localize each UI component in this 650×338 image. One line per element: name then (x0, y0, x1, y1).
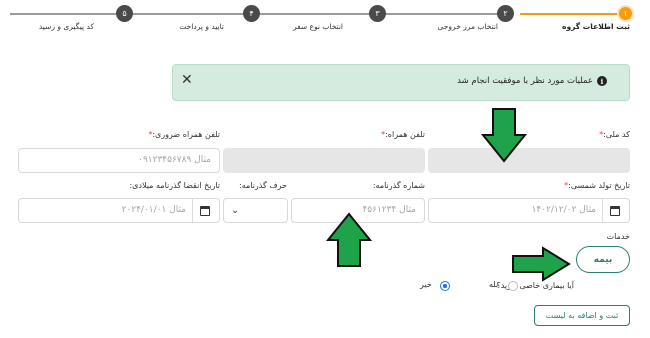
step-connector-active (520, 13, 624, 15)
companion-phone-input[interactable] (223, 148, 425, 173)
emergency-phone-placeholder: مثال ۰۹۱۲۳۴۵۶۷۸۹ (138, 155, 211, 165)
step-2-label: انتخاب مرز خروجی (437, 22, 498, 31)
birth-date-placeholder: مثال ۱۴۰۲/۱۲/۰۲ (531, 205, 596, 215)
step-5-label: کد پیگیری و رسید (38, 22, 94, 31)
arrow-up-icon (326, 212, 372, 267)
arrow-right-icon (512, 246, 571, 282)
national-code-input[interactable] (428, 148, 630, 173)
insurance-button[interactable]: بیمه (576, 246, 630, 273)
passport-letter-label: حرف گذرنامه: (239, 181, 287, 190)
passport-expiry-placeholder: مثال ۲۰۲۴/۰۱/۰۱ (121, 205, 186, 215)
submit-add-to-list-button[interactable]: ثبت و اضافه به لیست (534, 305, 630, 326)
companion-phone-label: تلفن همراه:* (381, 130, 425, 139)
chevron-down-icon: ⌄ (231, 205, 240, 216)
emergency-phone-label: تلفن همراه ضروری:* (148, 130, 220, 139)
disease-no-label: خیر (420, 280, 432, 289)
birth-date-label: تاریخ تولد شمسی:* (564, 181, 630, 190)
passport-expiry-input[interactable]: مثال ۲۰۲۴/۰۱/۰۱ (18, 198, 220, 223)
info-icon: i (597, 76, 607, 86)
success-alert: ✕ i عملیات مورد نظر با موفقیت انجام شد (172, 64, 630, 101)
calendar-icon[interactable] (602, 199, 627, 222)
step-4-circle[interactable]: ۴ (243, 5, 260, 22)
services-label: خدمات (606, 232, 630, 241)
passport-letter-select[interactable]: ⌄ (223, 198, 288, 223)
disease-yes-radio[interactable] (508, 281, 518, 291)
close-icon[interactable]: ✕ (181, 72, 193, 88)
disease-yes-label: بله (489, 280, 499, 289)
passport-number-label: شماره گذرنامه: (372, 181, 425, 190)
step-1-label: ثبت اطلاعات گروه (562, 22, 630, 31)
step-3-label: انتخاب نوع سفر (292, 22, 343, 31)
national-code-label: کد ملی:* (599, 130, 630, 139)
step-connector (10, 13, 510, 15)
birth-date-input[interactable]: مثال ۱۴۰۲/۱۲/۰۲ (428, 198, 630, 223)
step-2-circle[interactable]: ۲ (497, 5, 514, 22)
arrow-down-icon (481, 108, 527, 163)
emergency-phone-input[interactable]: مثال ۰۹۱۲۳۴۵۶۷۸۹ (18, 148, 220, 173)
step-5-circle[interactable]: ۵ (116, 5, 133, 22)
step-1-circle[interactable]: ۱ (617, 5, 634, 22)
passport-expiry-label: تاریخ انقضا گذرنامه میلادی: (129, 181, 220, 190)
step-3-circle[interactable]: ۳ (369, 5, 386, 22)
alert-message: عملیات مورد نظر با موفقیت انجام شد (457, 76, 593, 86)
disease-no-radio[interactable] (440, 281, 450, 291)
calendar-icon[interactable] (192, 199, 217, 222)
step-4-label: تایید و پرداخت (179, 22, 224, 31)
